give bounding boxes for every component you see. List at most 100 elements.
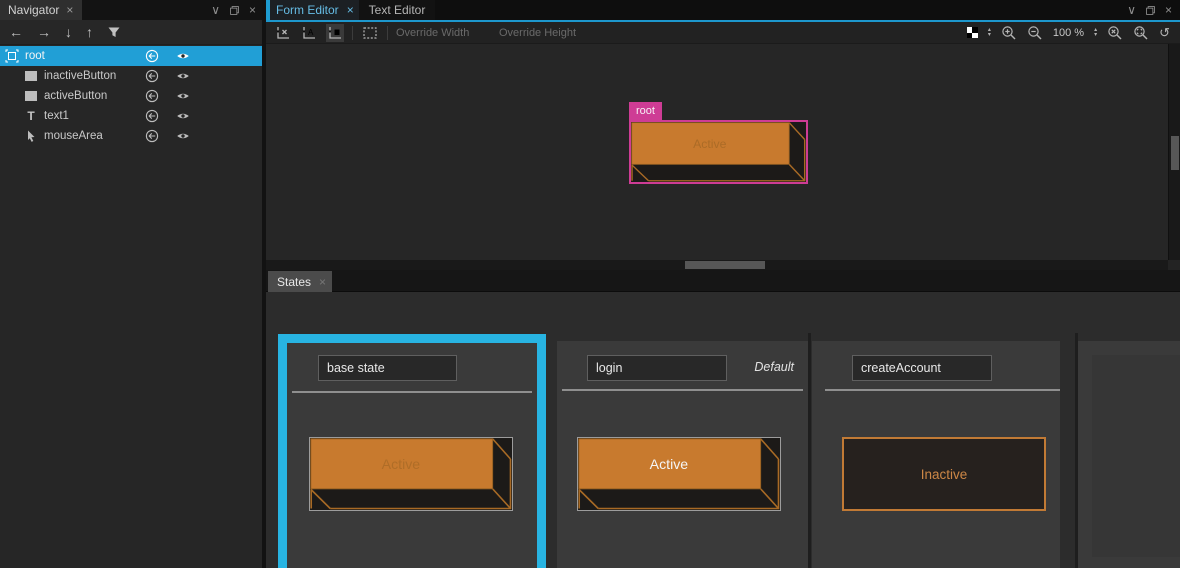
tab-states[interactable]: States × <box>268 271 332 292</box>
navigator-tabstrip: Navigator × ∨ × <box>0 0 262 20</box>
tree-item-inactiveButton[interactable]: inactiveButton <box>0 66 262 86</box>
tree-item-label: activeButton <box>44 90 107 102</box>
editor-tabstrip: Form Editor × Text Editor ∨ × <box>266 0 1180 20</box>
frame-icon <box>5 49 19 63</box>
editor-panel-controls: ∨ × <box>1127 0 1172 20</box>
zoom-level[interactable]: 100 % <box>1053 27 1084 39</box>
scrollbar-corner <box>1168 260 1180 270</box>
canvas-vertical-scrollbar[interactable] <box>1168 44 1180 260</box>
background-stepper[interactable]: ▴▾ <box>988 28 991 38</box>
canvas-horizontal-scrollbar[interactable] <box>266 260 1168 270</box>
scrollbar-thumb[interactable] <box>1171 136 1179 170</box>
image-icon <box>24 89 38 103</box>
tree-item-activeButton[interactable]: activeButton <box>0 86 262 106</box>
eye-icon[interactable] <box>176 49 190 63</box>
navigator-panel-controls: ∨ × <box>211 0 256 20</box>
selection-tag[interactable]: root <box>629 102 662 120</box>
close-icon[interactable]: × <box>347 4 354 16</box>
separator <box>387 26 388 40</box>
zoom-selection-icon[interactable] <box>1107 25 1123 41</box>
active-tab-indicator <box>266 0 270 20</box>
text-icon: T <box>24 109 38 123</box>
close-icon[interactable]: × <box>319 276 326 288</box>
navigator-panel: Navigator × ∨ × ← → ↓ ↑ root <box>0 0 262 568</box>
tree-item-label: root <box>25 50 45 62</box>
move-down-button[interactable]: ↓ <box>65 24 72 40</box>
split-window-icon[interactable] <box>229 5 240 16</box>
export-icon[interactable] <box>145 49 159 63</box>
export-icon[interactable] <box>145 129 159 143</box>
svg-text:Active: Active <box>382 456 421 472</box>
eye-icon[interactable] <box>176 109 190 123</box>
tab-form-editor[interactable]: Form Editor × <box>266 0 359 20</box>
reset-view-icon[interactable]: ↺ <box>1159 25 1170 41</box>
separator <box>352 26 353 40</box>
override-height-input[interactable] <box>499 25 585 41</box>
nav-back-button[interactable]: ← <box>9 24 23 40</box>
tab-text-editor[interactable]: Text Editor <box>359 0 435 20</box>
navigator-tab-label: Navigator <box>8 3 59 17</box>
snap-anchors-icon[interactable] <box>300 24 318 42</box>
state-name-input[interactable] <box>318 355 457 381</box>
state-preview-login[interactable]: Active <box>577 437 781 511</box>
zoom-out-icon[interactable] <box>1027 25 1043 41</box>
eye-icon[interactable] <box>176 69 190 83</box>
state-card-createAccount[interactable]: Inactive <box>812 341 1060 568</box>
inactive-button-label: Inactive <box>921 467 968 482</box>
button-image[interactable]: Active <box>631 122 806 182</box>
tree-item-text1[interactable]: T text1 <box>0 106 262 126</box>
text-editor-tab-label: Text Editor <box>369 3 426 17</box>
form-editor-canvas[interactable]: root Active <box>266 44 1168 260</box>
state-card-base-state[interactable]: Active <box>278 334 546 568</box>
states-tab-label: States <box>277 275 311 289</box>
scrollbar-thumb[interactable] <box>685 261 765 269</box>
export-icon[interactable] <box>145 109 159 123</box>
bounding-rectangles-icon[interactable] <box>361 24 379 42</box>
root-item-selection[interactable]: Active <box>629 120 808 184</box>
zoom-stepper[interactable]: ▴▾ <box>1094 28 1097 38</box>
close-icon[interactable]: × <box>249 3 256 17</box>
close-icon[interactable]: × <box>66 4 73 16</box>
tree-item-root[interactable]: root <box>0 46 262 66</box>
nav-forward-button[interactable]: → <box>37 24 51 40</box>
card-separator <box>562 389 803 391</box>
export-icon[interactable] <box>145 89 159 103</box>
filter-icon[interactable] <box>107 25 121 39</box>
export-icon[interactable] <box>145 69 159 83</box>
svg-text:Active: Active <box>693 137 727 151</box>
zoom-in-icon[interactable] <box>1001 25 1017 41</box>
svg-text:Active: Active <box>650 456 689 472</box>
form-editor-toolbar: ▴▾ 100 % ▴▾ ↺ <box>266 22 1180 44</box>
split-window-icon[interactable] <box>1145 5 1156 16</box>
editor-pane: Form Editor × Text Editor ∨ × <box>266 0 1180 568</box>
chevron-down-icon[interactable]: ∨ <box>1127 3 1136 17</box>
card-separator <box>825 389 1060 391</box>
move-up-button[interactable]: ↑ <box>86 24 93 40</box>
separator <box>490 26 491 40</box>
button-image: Active <box>310 438 512 510</box>
tree-item-label: mouseArea <box>44 130 103 142</box>
state-card-empty <box>1078 341 1180 568</box>
tree-item-label: text1 <box>44 110 69 122</box>
no-snapping-icon[interactable] <box>274 24 292 42</box>
zoom-controls: ▴▾ 100 % ▴▾ ↺ <box>967 25 1180 41</box>
snap-no-anchors-icon[interactable] <box>326 24 344 42</box>
eye-icon[interactable] <box>176 89 190 103</box>
override-width-input[interactable] <box>396 25 482 41</box>
state-preview-base[interactable]: Active <box>309 437 513 511</box>
close-icon[interactable]: × <box>1165 3 1172 17</box>
state-divider <box>808 333 811 568</box>
state-name-input[interactable] <box>852 355 992 381</box>
eye-icon[interactable] <box>176 129 190 143</box>
zoom-fit-icon[interactable] <box>1133 25 1149 41</box>
qt-design-studio-window: Navigator × ∨ × ← → ↓ ↑ root <box>0 0 1180 568</box>
canvas-background-icon[interactable] <box>967 27 978 38</box>
tree-item-mouseArea[interactable]: mouseArea <box>0 126 262 146</box>
tab-navigator[interactable]: Navigator × <box>0 0 82 20</box>
default-state-badge: Default <box>754 360 794 374</box>
navigator-toolbar: ← → ↓ ↑ <box>0 20 262 45</box>
state-preview-createAccount[interactable]: Inactive <box>842 437 1046 511</box>
state-name-input[interactable] <box>587 355 727 381</box>
chevron-down-icon[interactable]: ∨ <box>211 3 220 17</box>
state-card-login[interactable]: Default Active <box>557 341 808 568</box>
